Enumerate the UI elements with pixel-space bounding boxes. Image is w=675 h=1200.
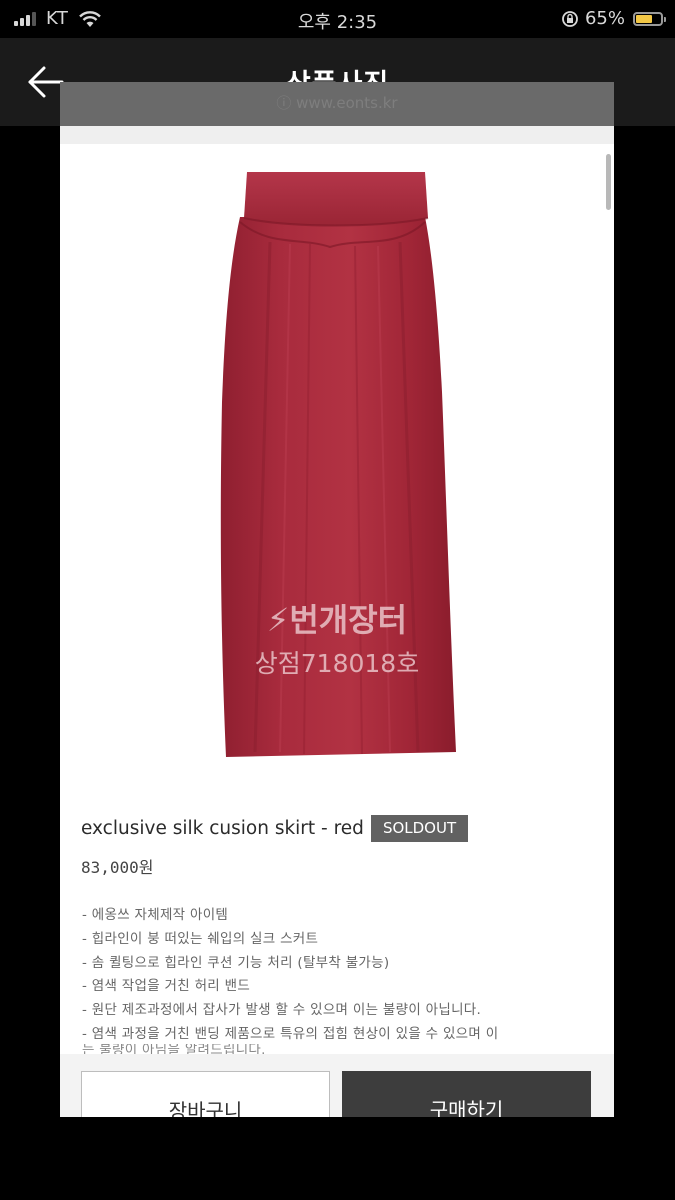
watermark-store: 상점718018호 bbox=[254, 649, 420, 678]
description-line: - 원단 제조과정에서 잡사가 발생 할 수 있으며 이는 불량이 아닙니다. bbox=[82, 1002, 482, 1019]
page-scrollbar bbox=[606, 154, 611, 210]
url-bar: ⓘ www.eonts.kr bbox=[60, 82, 614, 126]
product-price: 83,000원 bbox=[81, 858, 154, 877]
url-bar-divider bbox=[60, 126, 614, 144]
buy-button[interactable]: 구매하기 bbox=[342, 1071, 591, 1117]
product-name: exclusive silk cusion skirt - red bbox=[81, 818, 364, 839]
soldout-badge: SOLDOUT bbox=[370, 815, 469, 842]
cart-button[interactable]: 장바구니 bbox=[81, 1071, 330, 1117]
watermark-brand-text: 번개장터 bbox=[289, 601, 408, 639]
status-bar: KT 오후 2:35 65% bbox=[0, 0, 675, 38]
url-text: ⓘ www.eonts.kr bbox=[276, 94, 398, 112]
rotation-lock-icon bbox=[562, 10, 578, 27]
description-line: 는 불량이 아님을 알려드립니다. bbox=[82, 1044, 266, 1054]
product-name-row: exclusive silk cusion skirt - red SOLDOU… bbox=[81, 815, 469, 842]
battery-icon bbox=[633, 11, 666, 26]
description-line: - 에옹쓰 자체제작 아이템 bbox=[82, 907, 229, 923]
description-line: - 염색 작업을 거친 허리 밴드 bbox=[82, 978, 251, 995]
battery-percent: 65% bbox=[584, 8, 625, 29]
status-right: 65% bbox=[561, 8, 666, 29]
description-line: - 솜 퀼팅으로 힙라인 쿠션 기능 처리 (탈부착 불가능) bbox=[82, 954, 390, 971]
watermark-brand: ⚡번개장터 bbox=[60, 595, 614, 641]
description-line: - 힙라인이 붕 떠있는 쉐입의 실크 스커트 bbox=[82, 930, 319, 947]
product-photo[interactable]: ⓘ www.eonts.kr ⚡번개장터 상점718018호 exclusive… bbox=[60, 82, 614, 1117]
product-description: - 에옹쓰 자체제작 아이템 - 힙라인이 붕 떠있는 쉐입의 실크 스커트 -… bbox=[82, 904, 602, 1047]
lightning-icon: ⚡ bbox=[266, 601, 290, 639]
